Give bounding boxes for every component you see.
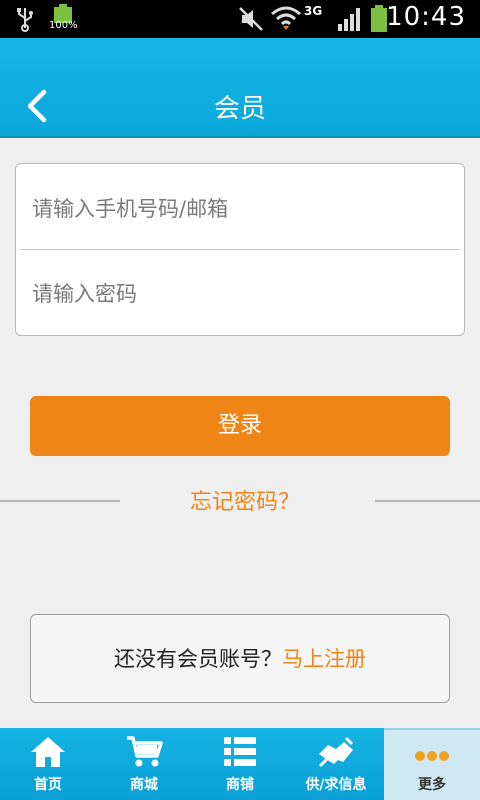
register-prompt-text: 还没有会员账号？ bbox=[114, 647, 282, 671]
phone-email-input[interactable] bbox=[30, 179, 450, 239]
nav-label-shops: 商铺 bbox=[226, 777, 254, 793]
signal-icon bbox=[338, 8, 360, 31]
nav-label-supply-demand: 供/求信息 bbox=[305, 777, 367, 793]
bottom-nav: 首页 商城 商铺 供/求信息 更多 bbox=[0, 728, 480, 800]
clock: 10:43 bbox=[386, 2, 466, 32]
nav-item-supply-demand[interactable]: 供/求信息 bbox=[288, 728, 384, 800]
nav-item-mall[interactable]: 商城 bbox=[96, 728, 192, 800]
cart-icon bbox=[127, 736, 163, 767]
password-input[interactable] bbox=[30, 264, 450, 324]
input-divider bbox=[20, 249, 460, 250]
network-type: 3G bbox=[304, 4, 323, 18]
status-bar: 100% 3G 10:43 bbox=[0, 0, 480, 38]
login-button[interactable]: 登录 bbox=[30, 396, 450, 456]
usb-icon bbox=[17, 8, 33, 32]
wifi-icon bbox=[271, 6, 301, 30]
handshake-icon bbox=[318, 736, 354, 768]
divider-line-left bbox=[0, 500, 120, 502]
divider-line-right bbox=[375, 500, 480, 502]
nav-label-home: 首页 bbox=[34, 777, 62, 793]
register-prompt-box: 还没有会员账号？马上注册 bbox=[30, 614, 450, 703]
more-dots-icon bbox=[415, 751, 449, 761]
nav-item-shops[interactable]: 商铺 bbox=[192, 728, 288, 800]
nav-label-more: 更多 bbox=[418, 777, 446, 793]
battery-percent: 100% bbox=[49, 20, 78, 31]
nav-item-more[interactable]: 更多 bbox=[384, 728, 480, 800]
header-bar: 会员 bbox=[0, 38, 480, 138]
mute-icon bbox=[239, 7, 263, 31]
nav-label-mall: 商城 bbox=[130, 777, 158, 793]
home-icon bbox=[31, 737, 65, 767]
forgot-password-link[interactable]: 忘记密码？ bbox=[130, 484, 360, 516]
list-icon bbox=[224, 737, 256, 766]
login-form bbox=[15, 163, 465, 336]
nav-item-home[interactable]: 首页 bbox=[0, 728, 96, 800]
page-title: 会员 bbox=[213, 94, 266, 124]
register-link[interactable]: 马上注册 bbox=[282, 647, 366, 671]
